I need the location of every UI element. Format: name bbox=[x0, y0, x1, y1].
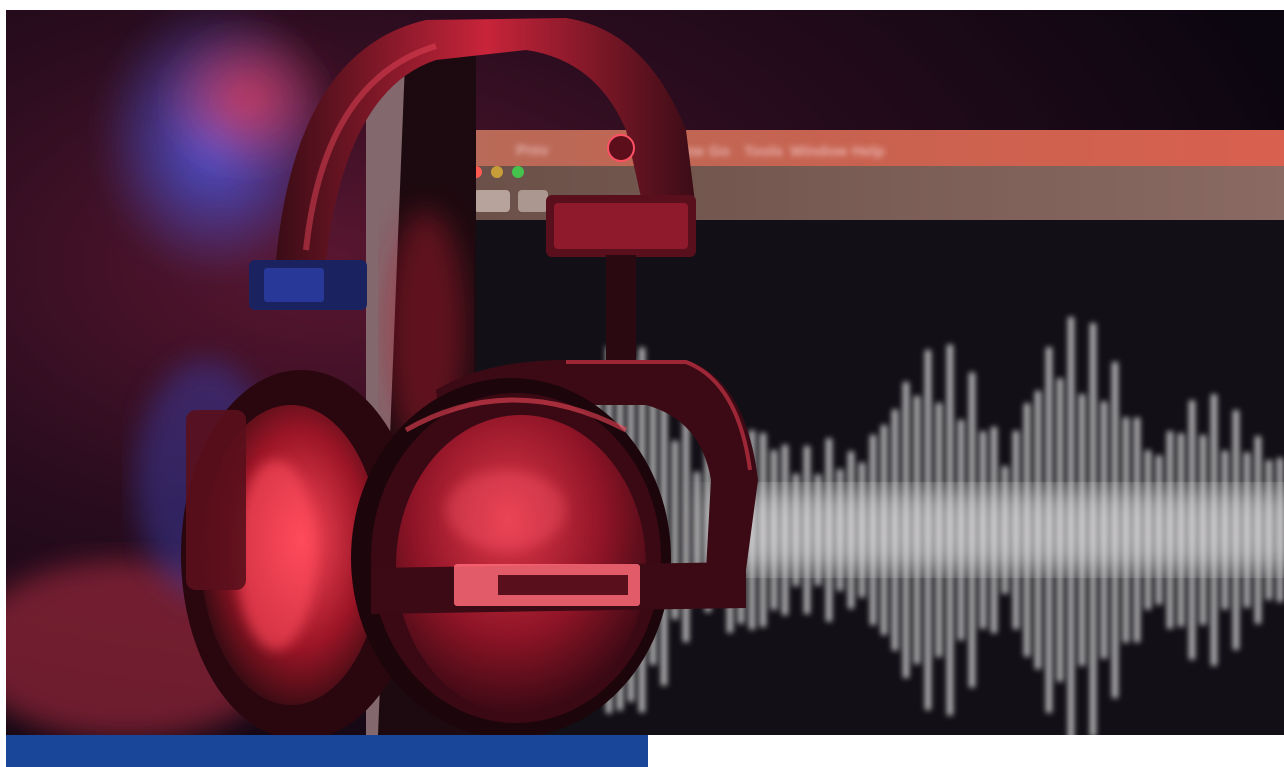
screen-menu-item: Help bbox=[852, 143, 885, 160]
screen-menu-item: Window bbox=[790, 143, 848, 160]
hero-photo: Prev View Go Tools Window Help bbox=[6, 10, 1284, 735]
screen-menu-item: Tools bbox=[744, 143, 783, 160]
screen-menu-item: Go bbox=[709, 143, 730, 160]
screen-menu-item: Prev bbox=[516, 142, 549, 159]
caption-bar bbox=[6, 735, 648, 767]
